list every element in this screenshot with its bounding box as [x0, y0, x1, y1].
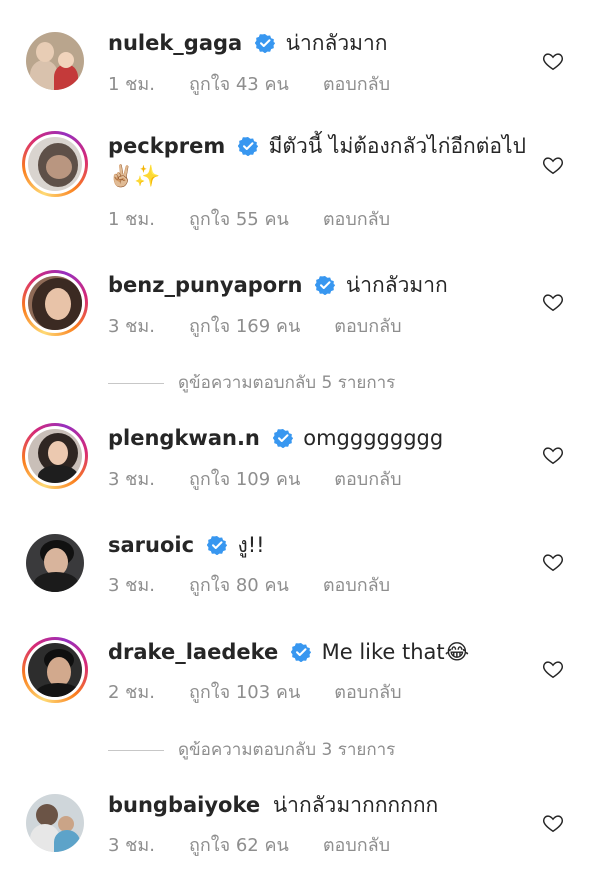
heart-icon[interactable]	[542, 658, 564, 680]
heart-icon[interactable]	[542, 154, 564, 176]
reply-button[interactable]: ตอบกลับ	[323, 835, 390, 856]
username[interactable]: bungbaiyoke	[108, 793, 260, 817]
avatar[interactable]	[22, 423, 88, 489]
avatar[interactable]	[22, 530, 88, 596]
comment-time: 2 ชม.	[108, 682, 155, 703]
verified-badge-icon	[315, 276, 336, 295]
comment-meta: 2 ชม. ถูกใจ 103 คน ตอบกลับ	[108, 677, 436, 706]
comment-meta: 3 ชม. ถูกใจ 80 คน ตอบกลับ	[108, 570, 424, 599]
comment-time: 3 ชม.	[108, 316, 155, 337]
reply-button[interactable]: ตอบกลับ	[323, 575, 390, 596]
heart-icon[interactable]	[542, 291, 564, 313]
username[interactable]: benz_punyaporn	[108, 273, 303, 297]
like-count[interactable]: ถูกใจ 80 คน	[189, 575, 289, 596]
verified-badge-icon	[254, 34, 275, 53]
view-replies-label: ดูข้อความตอบกลับ 5 รายการ	[178, 373, 396, 393]
comment-time: 3 ชม.	[108, 469, 155, 490]
heart-icon[interactable]	[542, 812, 564, 834]
comment-meta: 3 ชม. ถูกใจ 169 คน ตอบกลับ	[108, 311, 436, 340]
comment-time: 1 ชม.	[108, 209, 155, 230]
comment-text: Me like that😂	[321, 640, 470, 664]
reply-button[interactable]: ตอบกลับ	[334, 682, 401, 703]
view-replies-label: ดูข้อความตอบกลับ 3 รายการ	[178, 740, 396, 760]
avatar[interactable]	[22, 790, 88, 856]
username[interactable]: drake_laedeke	[108, 640, 278, 664]
comment-meta: 1 ชม. ถูกใจ 55 คน ตอบกลับ	[108, 204, 424, 233]
reply-button[interactable]: ตอบกลับ	[323, 74, 390, 95]
verified-badge-icon	[237, 137, 258, 156]
comment-text: น่ากลัวมากกกกกก	[272, 793, 439, 817]
heart-icon[interactable]	[542, 444, 564, 466]
comment-text: omgggggggg	[303, 426, 444, 450]
comment-meta: 1 ชม. ถูกใจ 43 คน ตอบกลับ	[108, 69, 424, 98]
verified-badge-icon	[206, 536, 227, 555]
comment-text: น่ากลัวมาก	[285, 31, 388, 55]
reply-button[interactable]: ตอบกลับ	[323, 209, 390, 230]
username[interactable]: nulek_gaga	[108, 31, 242, 55]
username[interactable]: saruoic	[108, 533, 194, 557]
heart-icon[interactable]	[542, 551, 564, 573]
view-replies-button[interactable]: ดูข้อความตอบกลับ 3 รายการ	[108, 736, 395, 763]
heart-icon[interactable]	[542, 50, 564, 72]
comment-text: งู!!	[237, 533, 265, 557]
reply-button[interactable]: ตอบกลับ	[334, 316, 401, 337]
divider	[108, 382, 164, 384]
avatar[interactable]	[22, 637, 88, 703]
like-count[interactable]: ถูกใจ 103 คน	[189, 682, 300, 703]
reply-button[interactable]: ตอบกลับ	[334, 469, 401, 490]
like-count[interactable]: ถูกใจ 62 คน	[189, 835, 289, 856]
username[interactable]: plengkwan.n	[108, 426, 260, 450]
like-count[interactable]: ถูกใจ 55 คน	[189, 209, 289, 230]
comment-time: 3 ชม.	[108, 575, 155, 596]
divider	[108, 749, 164, 751]
like-count[interactable]: ถูกใจ 169 คน	[189, 316, 300, 337]
username[interactable]: peckprem	[108, 134, 225, 158]
verified-badge-icon	[272, 429, 293, 448]
avatar[interactable]	[22, 270, 88, 336]
avatar[interactable]	[22, 28, 88, 94]
verified-badge-icon	[290, 643, 311, 662]
comment-time: 1 ชม.	[108, 74, 155, 95]
comment-meta: 3 ชม. ถูกใจ 109 คน ตอบกลับ	[108, 464, 436, 493]
like-count[interactable]: ถูกใจ 109 คน	[189, 469, 300, 490]
view-replies-button[interactable]: ดูข้อความตอบกลับ 5 รายการ	[108, 369, 395, 396]
avatar[interactable]	[22, 131, 88, 197]
comment-text: น่ากลัวมาก	[345, 273, 448, 297]
like-count[interactable]: ถูกใจ 43 คน	[189, 74, 289, 95]
comment-time: 3 ชม.	[108, 835, 155, 856]
comment-meta: 3 ชม. ถูกใจ 62 คน ตอบกลับ	[108, 830, 424, 859]
